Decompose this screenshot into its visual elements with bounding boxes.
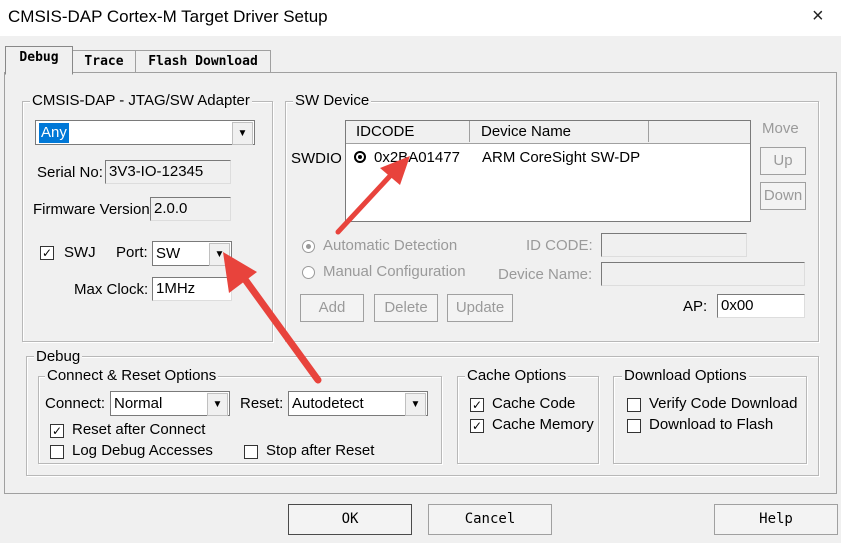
chevron-down-icon[interactable]: ▼ xyxy=(209,243,230,266)
automatic-detection-radio[interactable] xyxy=(302,240,315,253)
window-title: CMSIS-DAP Cortex-M Target Driver Setup xyxy=(8,7,328,26)
up-button[interactable]: Up xyxy=(760,147,806,175)
download-options-group-label: Download Options xyxy=(622,367,749,384)
ap-label: AP: xyxy=(683,298,708,315)
cache-code-checkbox[interactable]: ✓ xyxy=(470,398,484,412)
max-clock-label: Max Clock: xyxy=(74,281,149,298)
tab-debug[interactable]: Debug xyxy=(5,46,73,75)
delete-button[interactable]: Delete xyxy=(374,294,438,322)
cache-options-group-label: Cache Options xyxy=(465,367,569,384)
port-select-value: SW xyxy=(156,245,181,262)
column-header-device-name[interactable]: Device Name xyxy=(471,121,649,142)
reset-after-connect-checkbox[interactable]: ✓ xyxy=(50,424,64,438)
verify-code-checkbox[interactable] xyxy=(627,398,641,412)
verify-code-label: Verify Code Download xyxy=(649,395,798,412)
manual-configuration-radio[interactable] xyxy=(302,266,315,279)
row-idcode: 0x2BA01477 xyxy=(374,149,460,166)
swdio-label: SWDIO xyxy=(291,150,342,167)
adapter-select[interactable]: Any ▼ xyxy=(35,120,255,145)
update-button[interactable]: Update xyxy=(447,294,513,322)
cache-memory-label: Cache Memory xyxy=(492,416,594,433)
stop-after-reset-checkbox[interactable] xyxy=(244,445,258,459)
column-header-idcode[interactable]: IDCODE xyxy=(348,121,470,142)
log-debug-label: Log Debug Accesses xyxy=(72,442,213,459)
tab-flash-download[interactable]: Flash Download xyxy=(135,50,271,73)
row-device-name: ARM CoreSight SW-DP xyxy=(482,149,641,166)
ok-button[interactable]: OK xyxy=(288,504,412,535)
reset-label: Reset: xyxy=(240,395,284,412)
help-button[interactable]: Help xyxy=(714,504,838,535)
debug-group-label: Debug xyxy=(34,348,83,365)
firmware-label: Firmware Version: xyxy=(33,201,154,218)
table-header: IDCODE Device Name xyxy=(346,121,750,144)
reset-after-connect-label: Reset after Connect xyxy=(72,421,206,438)
cache-memory-checkbox[interactable]: ✓ xyxy=(470,419,484,433)
log-debug-checkbox[interactable] xyxy=(50,445,64,459)
download-flash-checkbox[interactable] xyxy=(627,419,641,433)
connect-select[interactable]: Normal ▼ xyxy=(110,391,230,416)
radio-selected-icon xyxy=(354,151,366,163)
port-select[interactable]: SW ▼ xyxy=(152,241,232,266)
connect-label: Connect: xyxy=(45,395,106,412)
serial-field: 3V3-IO-12345 xyxy=(105,160,231,184)
chevron-down-icon[interactable]: ▼ xyxy=(405,393,426,416)
connect-reset-group-label: Connect & Reset Options xyxy=(45,367,219,384)
id-code-label: ID CODE: xyxy=(526,237,593,254)
firmware-field: 2.0.0 xyxy=(150,197,231,221)
manual-configuration-label: Manual Configuration xyxy=(323,263,466,280)
title-bar: CMSIS-DAP Cortex-M Target Driver Setup × xyxy=(0,0,841,36)
close-icon[interactable]: × xyxy=(812,5,824,28)
connect-select-value: Normal xyxy=(114,395,163,412)
ap-field[interactable]: 0x00 xyxy=(717,294,805,318)
download-flash-label: Download to Flash xyxy=(649,416,774,433)
tab-trace[interactable]: Trace xyxy=(72,50,136,73)
swj-checkbox[interactable]: ✓ xyxy=(40,246,54,260)
chevron-down-icon[interactable]: ▼ xyxy=(207,393,228,416)
device-name-field xyxy=(601,262,805,286)
move-label: Move xyxy=(762,120,799,137)
device-table[interactable]: IDCODE Device Name 0x2BA01477 ARM CoreSi… xyxy=(345,120,751,222)
down-button[interactable]: Down xyxy=(760,182,806,210)
chevron-down-icon[interactable]: ▼ xyxy=(232,122,253,145)
device-name-label: Device Name: xyxy=(498,266,593,283)
reset-select-value: Autodetect xyxy=(292,395,364,412)
adapter-group-label: CMSIS-DAP - JTAG/SW Adapter xyxy=(30,92,252,109)
port-label: Port: xyxy=(116,244,148,261)
automatic-detection-label: Automatic Detection xyxy=(323,237,458,254)
max-clock-field[interactable]: 1MHz xyxy=(152,277,232,301)
cancel-button[interactable]: Cancel xyxy=(428,504,552,535)
add-button[interactable]: Add xyxy=(300,294,364,322)
sw-device-group-label: SW Device xyxy=(293,92,372,109)
cache-code-label: Cache Code xyxy=(492,395,576,412)
serial-label: Serial No: xyxy=(37,164,103,181)
swj-label: SWJ xyxy=(64,244,96,261)
table-row[interactable]: 0x2BA01477 ARM CoreSight SW-DP xyxy=(346,147,746,169)
stop-after-reset-label: Stop after Reset xyxy=(266,442,375,459)
reset-select[interactable]: Autodetect ▼ xyxy=(288,391,428,416)
adapter-select-value: Any xyxy=(39,123,69,143)
id-code-field xyxy=(601,233,747,257)
